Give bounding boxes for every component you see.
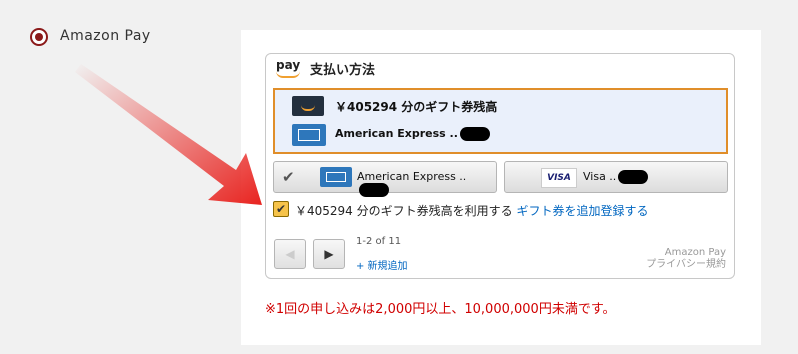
red-arrow-icon <box>75 64 262 205</box>
